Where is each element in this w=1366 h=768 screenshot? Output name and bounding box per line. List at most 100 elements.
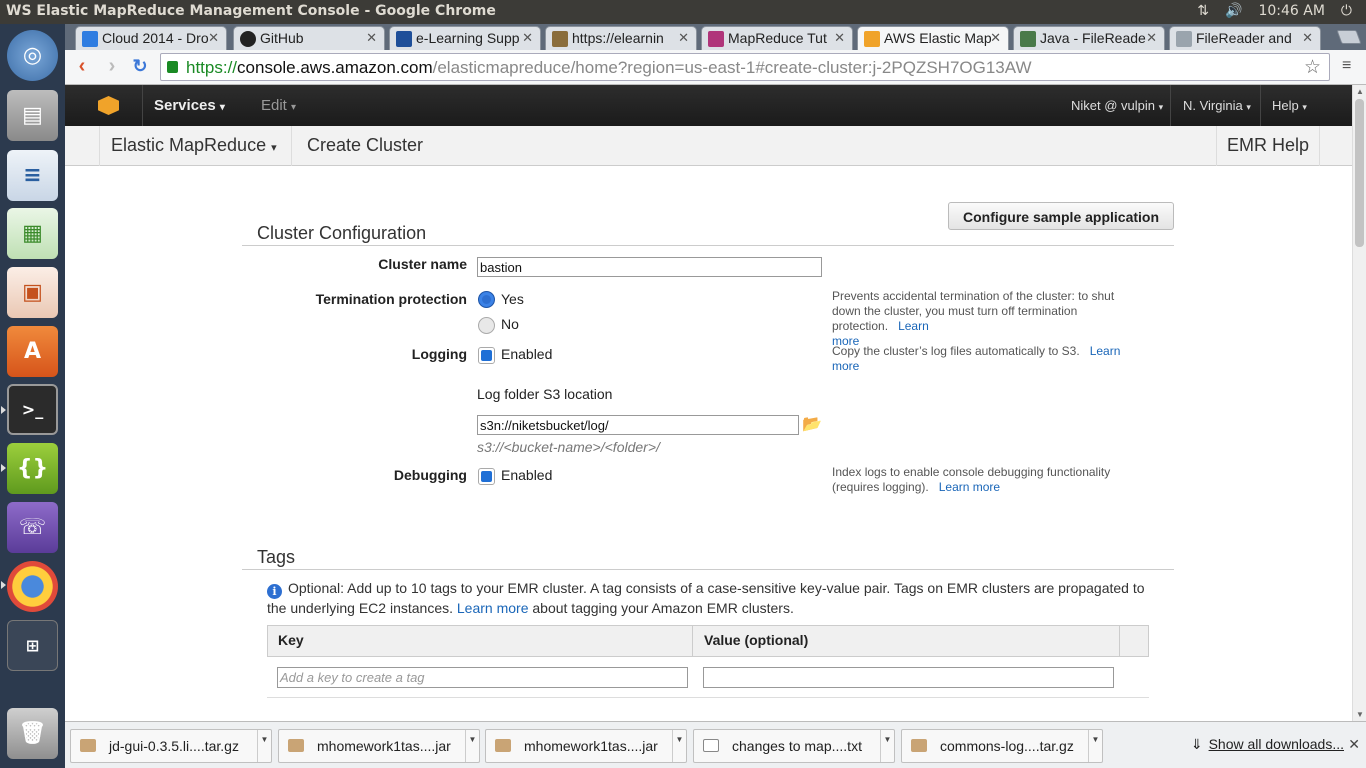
download-name: jd-gui-0.3.5.li....tar.gz [109, 738, 239, 754]
debugging-checkbox[interactable] [478, 468, 495, 485]
volume-icon[interactable]: 🔊 [1225, 3, 1242, 19]
browser-window: Cloud 2014 - Dro ✕ GitHub ✕ e-Learning Sup… [65, 24, 1366, 768]
software-center-icon[interactable]: A [7, 326, 58, 377]
workspace-switcher-icon[interactable]: ⊞ [7, 620, 58, 671]
scrollbar-thumb[interactable] [1355, 99, 1364, 247]
address-bar[interactable]: https://console.aws.amazon.com/elasticma… [160, 53, 1330, 81]
chevron-down-icon: ▾ [271, 142, 277, 154]
close-downloads-icon[interactable]: ✕ [1348, 736, 1360, 753]
folder-open-icon[interactable]: 📂 [802, 414, 822, 434]
brackets-icon[interactable]: {} [7, 443, 58, 494]
termination-no-radio[interactable] [478, 317, 495, 334]
service-nav: Elastic MapReduce ▾ Create Cluster EMR H… [65, 126, 1352, 166]
tab-java-filereader[interactable]: Java - FileReade ✕ [1013, 26, 1165, 50]
termination-yes-radio[interactable] [478, 291, 495, 308]
tag-value-input[interactable] [703, 667, 1114, 688]
scroll-down-icon[interactable]: ▼ [1356, 710, 1364, 719]
account-menu[interactable]: Niket @ vulpin ▾ [1071, 98, 1163, 113]
dropdown-arrow-icon[interactable]: ▼ [880, 730, 894, 762]
terminal-icon[interactable]: >_ [7, 384, 58, 435]
dropdown-arrow-icon[interactable]: ▼ [465, 730, 479, 762]
logging-checkbox[interactable] [478, 347, 495, 364]
log-folder-input[interactable]: s3n://niketsbucket/log/ [477, 415, 799, 435]
help-menu[interactable]: Help ▾ [1272, 98, 1307, 113]
scroll-up-icon[interactable]: ▲ [1356, 87, 1364, 96]
dropdown-arrow-icon[interactable]: ▼ [257, 730, 271, 762]
files-icon[interactable]: ▤ [7, 90, 58, 141]
close-icon[interactable]: ✕ [990, 30, 1001, 46]
trash-icon[interactable]: 🗑 [7, 708, 58, 759]
page-title: Create Cluster [307, 135, 424, 155]
download-item[interactable]: mhomework1tas....jar ▼ [278, 729, 480, 763]
help-label: Help [1272, 98, 1299, 113]
download-name: commons-log....tar.gz [940, 738, 1074, 754]
tags-title: Tags [257, 547, 296, 567]
close-icon[interactable]: ✕ [834, 30, 845, 46]
aws-logo-icon[interactable] [98, 96, 119, 115]
github-icon [240, 31, 256, 47]
tab-github[interactable]: GitHub ✕ [233, 26, 385, 50]
tab-aws-emr[interactable]: AWS Elastic Map ✕ [857, 26, 1009, 51]
viber-icon[interactable]: ☏ [7, 502, 58, 553]
download-item[interactable]: commons-log....tar.gz ▼ [901, 729, 1103, 763]
network-icon[interactable]: ⇅ [1197, 3, 1209, 19]
close-icon[interactable]: ✕ [522, 30, 533, 46]
close-icon[interactable]: ✕ [208, 30, 219, 46]
close-icon[interactable]: ✕ [1302, 30, 1313, 46]
close-icon[interactable]: ✕ [678, 30, 689, 46]
back-icon[interactable]: ‹ [70, 56, 94, 78]
services-menu[interactable]: Services ▾ [154, 97, 225, 114]
impress-icon[interactable]: ▣ [7, 267, 58, 318]
logging-label: Logging [411, 346, 467, 362]
power-icon[interactable]: ⏻ [1341, 3, 1352, 19]
page-scrollbar[interactable]: ▲ ▼ [1352, 85, 1366, 721]
learn-more-link[interactable]: Learn more [939, 480, 1000, 494]
forward-icon[interactable]: › [100, 56, 124, 78]
close-icon[interactable]: ✕ [1146, 30, 1157, 46]
reload-icon[interactable]: ↻ [128, 56, 152, 78]
chrome-icon[interactable] [7, 561, 58, 612]
service-label: Elastic MapReduce [111, 135, 267, 155]
tab-strip: Cloud 2014 - Dro ✕ GitHub ✕ e-Learning Sup… [65, 24, 1366, 51]
show-all-downloads-link[interactable]: ⇓ Show all downloads... [1191, 736, 1344, 753]
learn-more-link[interactable]: Learn more [457, 600, 529, 616]
dropdown-arrow-icon[interactable]: ▼ [672, 730, 686, 762]
emr-help-link[interactable]: EMR Help [1227, 135, 1309, 156]
bookmark-star-icon[interactable]: ☆ [1304, 56, 1321, 79]
tab-label: e-Learning Supp [416, 30, 520, 46]
writer-icon[interactable]: ≡ [7, 150, 58, 201]
show-all-label: Show all downloads... [1208, 736, 1344, 752]
downloads-bar: jd-gui-0.3.5.li....tar.gz ▼ mhomework1tas… [65, 721, 1366, 768]
download-item[interactable]: changes to map....txt ▼ [693, 729, 895, 763]
debugging-help-text: Index logs to enable console debugging f… [832, 465, 1132, 495]
clock[interactable]: 10:46 AM [1258, 3, 1324, 19]
new-tab-button[interactable] [1336, 30, 1362, 44]
chevron-down-icon: ▾ [1246, 102, 1251, 112]
logging-help: Copy the cluster’s log files automatical… [832, 344, 1080, 358]
tag-key-input[interactable]: Add a key to create a tag [277, 667, 688, 688]
cluster-name-input[interactable]: bastion [477, 257, 822, 277]
tab-cloud-2014[interactable]: Cloud 2014 - Dro ✕ [75, 26, 227, 50]
service-menu[interactable]: Elastic MapReduce ▾ [111, 135, 277, 156]
download-item[interactable]: jd-gui-0.3.5.li....tar.gz ▼ [70, 729, 272, 763]
region-menu[interactable]: N. Virginia ▾ [1183, 98, 1251, 113]
tab-label: MapReduce Tut [728, 30, 827, 46]
tab-elearning-url[interactable]: https://elearnin ✕ [545, 26, 697, 50]
aws-cube-icon [864, 31, 880, 47]
tab-mapreduce-tutorial[interactable]: MapReduce Tut ✕ [701, 26, 853, 50]
download-item[interactable]: mhomework1tas....jar ▼ [485, 729, 687, 763]
tags-info-text-after: about tagging your Amazon EMR clusters. [532, 600, 794, 616]
dropdown-arrow-icon[interactable]: ▼ [1088, 730, 1102, 762]
termination-help: Prevents accidental termination of the c… [832, 289, 1115, 333]
edit-menu[interactable]: Edit ▾ [261, 97, 296, 114]
close-icon[interactable]: ✕ [366, 30, 377, 46]
ubuntu-dash-icon[interactable]: ◎ [7, 30, 58, 81]
tab-elearning-support[interactable]: e-Learning Supp ✕ [389, 26, 541, 50]
calc-icon[interactable]: ▦ [7, 208, 58, 259]
download-arrow-icon: ⇓ [1190, 736, 1203, 752]
window-title: WS Elastic MapReduce Management Console … [6, 3, 496, 19]
configure-sample-application-button[interactable]: Configure sample application [948, 202, 1174, 230]
chrome-menu-icon[interactable]: ≡ [1342, 57, 1358, 75]
tab-filereader-and[interactable]: FileReader and ✕ [1169, 26, 1321, 50]
download-name: mhomework1tas....jar [317, 738, 451, 754]
